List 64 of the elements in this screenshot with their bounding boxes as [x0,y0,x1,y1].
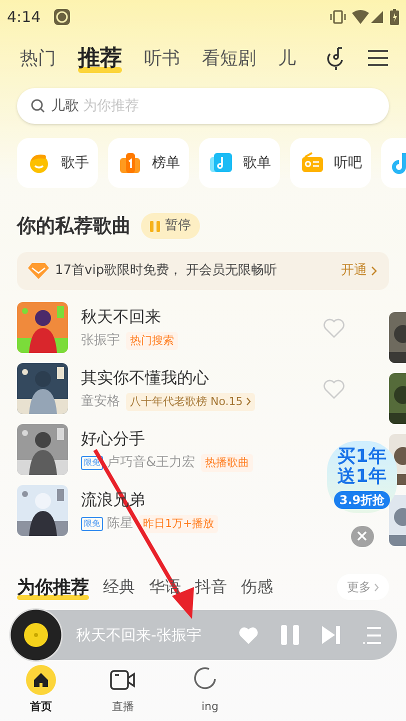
shortcut-card[interactable] [381,138,406,188]
playlist-icon [209,151,233,175]
skip-next-icon[interactable] [322,626,340,644]
search-field[interactable]: 儿歌 为你推荐 [17,88,389,124]
top-tab[interactable]: 看短剧 [202,44,256,72]
category-tab[interactable]: 经典 [103,575,135,599]
free-badge: 限免 [81,516,103,530]
song-tag: 昨日1万+播放 [139,514,218,532]
promo-badge[interactable]: 买1年 送1年 3.9折抢 [327,441,397,513]
song-artist: 张振宇 [81,332,120,350]
signal-icon [371,11,383,23]
chart-icon [118,151,142,175]
category-tab[interactable]: 为你推荐 [17,574,89,600]
heart-icon[interactable] [323,378,345,398]
song-artist: 童安格 [81,392,120,411]
song-tag: 热播歌曲 [201,454,254,472]
song-artist: 陈星 [107,514,133,533]
song-tag[interactable]: 八十年代老歌榜 No.15 [126,392,255,410]
vibrate-icon [329,9,347,25]
battery-icon [390,9,399,25]
shortcut-card[interactable]: 歌单 [199,138,280,188]
song-title: 其实你不懂我的心 [81,366,209,388]
chevron-right-icon [246,397,251,406]
shortcut-card[interactable]: 歌手 [17,138,98,188]
chevron-right-icon [374,582,379,592]
app-notification-icon [52,8,71,26]
shortcut-card[interactable]: 榜单 [108,138,189,188]
nav-tab[interactable]: 首页 [0,665,82,716]
radio-icon [300,151,324,175]
top-tab[interactable]: 听书 [144,44,180,72]
song-title: 好心分手 [81,428,145,450]
menu-icon[interactable] [368,49,388,67]
top-tab[interactable]: 儿 [278,44,296,72]
heart-icon[interactable] [323,318,345,338]
now-playing-text: 秋天不回来-张振宇 [76,624,202,646]
shortcut-card[interactable]: 听吧 [290,138,371,188]
promo-price[interactable]: 3.9折抢 [334,491,390,509]
pause-icon[interactable] [281,625,299,645]
pause-icon [150,220,160,232]
close-icon [357,531,367,542]
nav-tab[interactable]: ing [164,665,246,716]
diamond-icon [28,263,49,279]
chevron-right-icon [371,266,377,276]
song-title: 秋天不回来 [81,306,161,328]
free-badge: 限免 [81,456,103,470]
vinyl-record-icon[interactable] [9,608,63,662]
search-icon [31,99,45,113]
close-button[interactable] [350,526,374,547]
top-tab[interactable]: 推荐 [78,42,122,74]
song-tag: 热门搜索 [126,332,178,350]
category-tab[interactable]: 伤感 [241,575,273,599]
nav-tab[interactable]: 直播 [82,665,164,716]
top-tab[interactable]: 热门 [20,44,56,72]
pause-button[interactable]: 暂停 [141,213,200,239]
note-icon [391,151,406,175]
category-tab[interactable]: 抖音 [195,575,227,599]
playlist-icon[interactable] [363,626,381,644]
banner-text: 17首vip歌限时免费， 开会员无限畅听 [55,262,278,280]
section-title: 你的私荐歌曲 [17,214,131,239]
status-time: 4:14 [7,6,41,28]
song-artist: 卢巧音&王力宏 [107,454,196,472]
home-icon [26,665,56,695]
wifi-icon [352,10,369,24]
heart-icon[interactable] [238,626,259,644]
